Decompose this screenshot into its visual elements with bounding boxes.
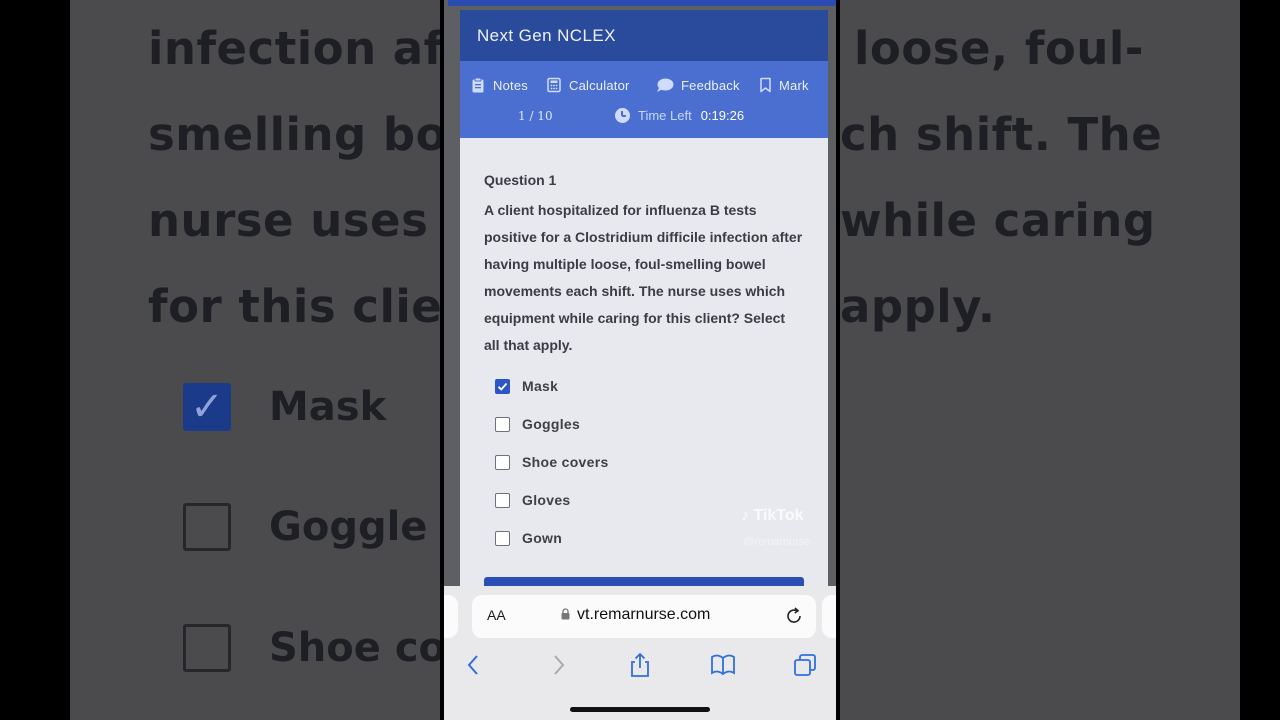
back-icon[interactable] xyxy=(461,652,487,678)
phone-frame: Next Gen NCLEX Notes Calculator Feedback… xyxy=(440,0,840,720)
bg-checkbox xyxy=(183,503,231,551)
option-shoe-covers[interactable]: Shoe covers xyxy=(484,443,804,481)
share-icon[interactable] xyxy=(627,652,653,678)
tiktok-brand: TikTok xyxy=(753,507,804,524)
lock-icon xyxy=(561,608,570,620)
option-mask[interactable]: Mask xyxy=(484,367,804,405)
bg-option-label: Mask xyxy=(269,384,387,430)
bg-checkbox-checked: ✓ xyxy=(183,383,231,431)
address-bar[interactable]: AA vt.remarnurse.com xyxy=(472,595,816,638)
notes-button[interactable]: Notes xyxy=(470,77,528,93)
option-list: Mask Goggles Shoe covers Gloves Gown xyxy=(484,367,804,557)
mark-label: Mark xyxy=(779,77,809,93)
bg-option-label: Shoe co xyxy=(269,625,447,671)
question-progress: 1 / 10 xyxy=(518,109,553,123)
tiktok-watermark: ♪ TikTok xyxy=(741,507,804,524)
bg-option-label: Goggle xyxy=(269,504,428,550)
aa-label: AA xyxy=(487,607,506,623)
safari-toolbar: AA vt.remarnurse.com xyxy=(444,586,836,720)
bg-text-line: smelling bow xyxy=(148,108,490,161)
bg-text-line: while caring xyxy=(840,194,1156,247)
mark-button[interactable]: Mark xyxy=(759,77,809,93)
question-text: A client hospitalized for influenza B te… xyxy=(484,202,803,353)
timer-value: 0:19:26 xyxy=(700,108,745,123)
app-header: Next Gen NCLEX xyxy=(460,10,828,61)
calculator-button[interactable]: Calculator xyxy=(546,77,630,93)
checkbox[interactable] xyxy=(495,416,510,432)
tiktok-handle: @remarnurse xyxy=(743,536,811,548)
clock-icon xyxy=(615,108,630,123)
app-title: Next Gen NCLEX xyxy=(477,25,616,45)
checkbox-checked[interactable] xyxy=(495,378,510,394)
tabs-icon[interactable] xyxy=(792,652,818,678)
feedback-button[interactable]: Feedback xyxy=(656,77,740,93)
feedback-label: Feedback xyxy=(681,77,740,93)
url-text: vt.remarnurse.com xyxy=(577,606,711,623)
option-label: Gown xyxy=(522,530,563,546)
checkbox[interactable] xyxy=(495,454,510,470)
bg-option: Shoe co xyxy=(183,624,446,672)
bg-checkbox xyxy=(183,624,231,672)
reload-icon[interactable] xyxy=(784,606,804,626)
checkmark-icon xyxy=(497,382,508,391)
bg-text-line: loose, foul- xyxy=(854,22,1144,75)
prev-tab-edge[interactable] xyxy=(444,595,458,638)
bg-text-line: nurse uses w xyxy=(148,194,487,247)
text-size-button[interactable]: AA xyxy=(487,607,506,623)
option-label: Goggles xyxy=(522,416,581,432)
bg-option: ✓ Mask xyxy=(183,383,386,431)
clipboard-icon xyxy=(470,77,486,93)
top-strip xyxy=(448,0,836,6)
timer-label: Time Left xyxy=(638,108,692,123)
checkbox[interactable] xyxy=(495,492,510,508)
bookmark-icon xyxy=(759,77,772,93)
bookmarks-icon[interactable] xyxy=(710,652,736,678)
bg-text-line: ch shift. The xyxy=(840,108,1163,161)
calculator-icon xyxy=(546,77,562,93)
option-goggles[interactable]: Goggles xyxy=(484,405,804,443)
calculator-label: Calculator xyxy=(569,77,630,93)
checkbox[interactable] xyxy=(495,530,510,546)
notes-label: Notes xyxy=(493,77,528,93)
toolbar: Notes Calculator Feedback Mark 1 / 10 Ti… xyxy=(460,61,828,138)
timer: Time Left 0:19:26 xyxy=(615,108,744,123)
question-body: Question 1 A client hospitalized for inf… xyxy=(460,138,828,557)
question-number: Question 1 xyxy=(484,172,557,188)
bg-option: Goggle xyxy=(183,503,427,551)
next-tab-edge[interactable] xyxy=(822,595,836,638)
bg-text-line: for this clien xyxy=(148,280,475,333)
option-label: Shoe covers xyxy=(522,454,609,470)
option-label: Mask xyxy=(522,378,559,394)
phone-screen: Next Gen NCLEX Notes Calculator Feedback… xyxy=(444,0,836,720)
home-indicator[interactable] xyxy=(570,707,710,712)
bg-text-line: apply. xyxy=(840,280,996,333)
option-label: Gloves xyxy=(522,492,571,508)
speech-bubble-icon xyxy=(656,77,674,93)
forward-icon[interactable] xyxy=(545,652,571,678)
